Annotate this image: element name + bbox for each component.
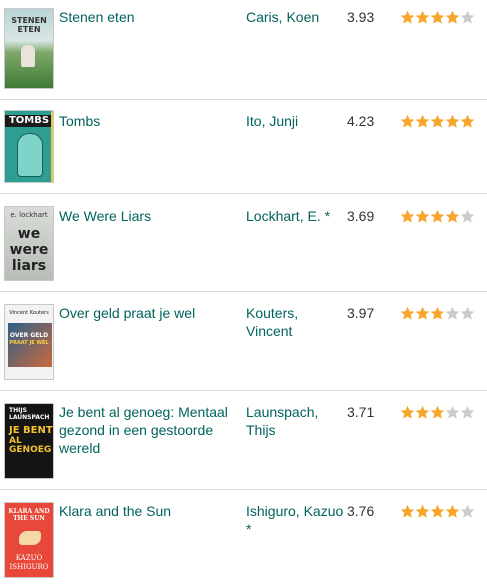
star-filled-icon[interactable] [400, 114, 415, 129]
star-filled-icon[interactable] [415, 405, 430, 420]
star-rating[interactable] [400, 10, 475, 25]
star-filled-icon[interactable] [430, 504, 445, 519]
cover-spine [51, 111, 53, 182]
cover-title-text: AL GENOEG [9, 436, 52, 455]
star-filled-icon[interactable] [430, 114, 445, 129]
book-cover[interactable]: e. lockhart we were liars [4, 206, 54, 281]
star-filled-icon[interactable] [400, 306, 415, 321]
book-list: STENEN ETEN Stenen eten Caris, Koen 3.93… [0, 0, 487, 584]
book-row: e. lockhart we were liars We Were Liars … [0, 194, 487, 292]
star-filled-icon[interactable] [415, 114, 430, 129]
star-filled-icon[interactable] [460, 114, 475, 129]
star-filled-icon[interactable] [430, 10, 445, 25]
book-title-link[interactable]: Over geld praat je wel [59, 304, 237, 322]
book-row: KLARA AND THE SUN KAZUO ISHIGURO Klara a… [0, 490, 487, 584]
avg-rating: 3.97 [347, 305, 375, 321]
star-filled-icon[interactable] [445, 209, 460, 224]
star-filled-icon[interactable] [445, 114, 460, 129]
star-filled-icon[interactable] [415, 504, 430, 519]
star-filled-icon[interactable] [400, 10, 415, 25]
book-row: Vincent Kouters OVER GELD PRAAT JE WEL O… [0, 292, 487, 391]
star-filled-icon[interactable] [415, 306, 430, 321]
star-filled-icon[interactable] [430, 405, 445, 420]
avg-rating: 3.76 [347, 503, 375, 519]
star-rating[interactable] [400, 114, 475, 129]
star-filled-icon[interactable] [430, 209, 445, 224]
book-row: STENEN ETEN Stenen eten Caris, Koen 3.93 [0, 0, 487, 100]
author-link[interactable]: Ito, Junji [246, 112, 344, 130]
cover-figure [17, 133, 43, 177]
avg-rating: 4.23 [347, 113, 375, 129]
cover-title-text: ETEN [17, 25, 41, 34]
book-title-link[interactable]: Tombs [59, 112, 237, 130]
avg-rating: 3.71 [347, 404, 375, 420]
hand-icon [19, 531, 41, 545]
cover-title-text: STENEN [11, 16, 47, 25]
avg-rating: 3.69 [347, 208, 375, 224]
star-filled-icon[interactable] [445, 504, 460, 519]
star-filled-icon[interactable] [400, 504, 415, 519]
book-title-link[interactable]: We Were Liars [59, 207, 237, 225]
star-empty-icon[interactable] [460, 209, 475, 224]
star-empty-icon[interactable] [460, 10, 475, 25]
avg-rating: 3.93 [347, 9, 375, 25]
star-empty-icon[interactable] [445, 306, 460, 321]
book-cover[interactable]: STENEN ETEN [4, 8, 54, 89]
book-title-link[interactable]: Stenen eten [59, 8, 237, 26]
author-link[interactable]: Lockhart, E. * [246, 207, 344, 225]
star-rating[interactable] [400, 306, 475, 321]
star-empty-icon[interactable] [460, 405, 475, 420]
cover-figure [21, 45, 35, 67]
cover-title-text: JE BENT [9, 425, 53, 436]
book-cover[interactable]: TOMBS [4, 110, 54, 183]
star-filled-icon[interactable] [400, 405, 415, 420]
book-title-link[interactable]: Klara and the Sun [59, 502, 237, 520]
cover-title-text: were [9, 242, 49, 258]
star-rating[interactable] [400, 504, 475, 519]
cover-title-text: we [17, 226, 41, 242]
star-empty-icon[interactable] [460, 306, 475, 321]
cover-title-text: liars [11, 258, 47, 274]
cover-title-text: THE SUN [13, 515, 45, 522]
cover-title-text: OVER GELD [9, 332, 49, 339]
book-row: THIJS LAUNSPACH JE BENT AL GENOEG Je ben… [0, 391, 487, 490]
star-rating[interactable] [400, 405, 475, 420]
author-link[interactable]: Kouters, Vincent [246, 304, 344, 340]
cover-author-text: LAUNSPACH [9, 414, 50, 421]
cover-author-text: e. lockhart [10, 211, 48, 219]
cover-author-text: ISHIGURO [9, 563, 49, 571]
book-row: TOMBS Tombs Ito, Junji 4.23 [0, 100, 487, 194]
book-cover[interactable]: KLARA AND THE SUN KAZUO ISHIGURO [4, 502, 54, 578]
cover-author-text: Vincent Kouters [9, 310, 49, 316]
star-filled-icon[interactable] [415, 10, 430, 25]
cover-title-text: PRAAT JE WEL [9, 340, 49, 346]
star-rating[interactable] [400, 209, 475, 224]
book-title-link[interactable]: Je bent al genoeg: Mentaal gezond in een… [59, 403, 237, 457]
star-empty-icon[interactable] [445, 405, 460, 420]
book-cover[interactable]: Vincent Kouters OVER GELD PRAAT JE WEL [4, 304, 54, 380]
author-link[interactable]: Ishiguro, Kazuo * [246, 502, 344, 538]
author-link[interactable]: Caris, Koen [246, 8, 344, 26]
star-empty-icon[interactable] [460, 504, 475, 519]
star-filled-icon[interactable] [430, 306, 445, 321]
cover-title-text: TOMBS [5, 115, 53, 127]
book-cover[interactable]: THIJS LAUNSPACH JE BENT AL GENOEG [4, 403, 54, 479]
cover-author-text: KAZUO [15, 554, 43, 562]
star-filled-icon[interactable] [415, 209, 430, 224]
star-filled-icon[interactable] [400, 209, 415, 224]
author-link[interactable]: Launspach, Thijs [246, 403, 344, 439]
star-filled-icon[interactable] [445, 10, 460, 25]
